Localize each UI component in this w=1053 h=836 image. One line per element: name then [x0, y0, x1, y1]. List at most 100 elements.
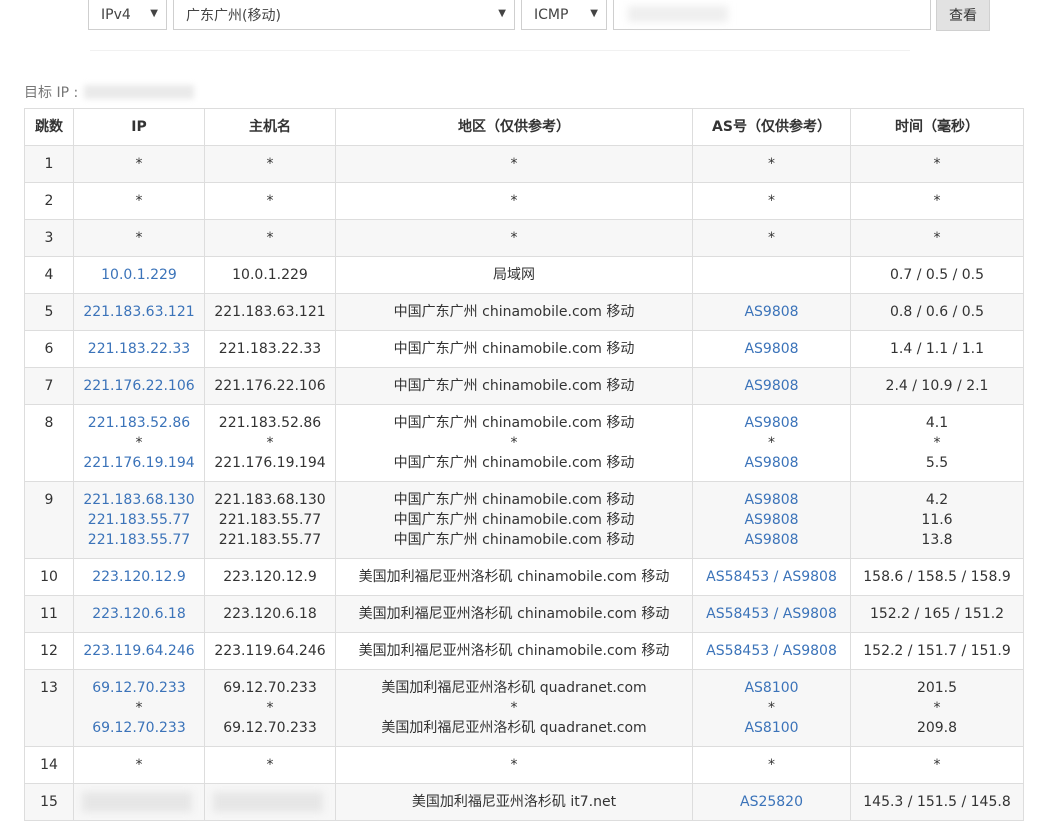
- as-value[interactable]: AS58453 / AS9808: [697, 567, 846, 587]
- as-value[interactable]: AS58453 / AS9808: [697, 604, 846, 624]
- target-input[interactable]: [613, 0, 931, 30]
- ip-value[interactable]: 221.183.63.121: [78, 302, 200, 322]
- region-cell: 中国广东广州 chinamobile.com 移动 * 中国广东广州 chinamo…: [335, 404, 693, 482]
- hop-cell: 13: [24, 669, 74, 747]
- node-select[interactable]: 广东广州(移动) ▼: [173, 0, 515, 30]
- region-value: 中国广东广州 chinamobile.com 移动: [393, 304, 635, 320]
- time-cell: 0.8 / 0.6 / 0.5: [850, 293, 1024, 331]
- hop-number: 11: [40, 606, 58, 622]
- hop-number: 14: [40, 757, 58, 773]
- ip-value: *: [135, 700, 143, 716]
- hostname-value: *: [266, 700, 274, 716]
- as-cell: AS58453 / AS9808: [692, 558, 851, 596]
- ip-version-select[interactable]: IPv4 ▼: [88, 0, 167, 30]
- ip-cell: 221.183.68.130 221.183.55.77 221.183.55.77: [73, 481, 205, 559]
- region-value: 中国广东广州 chinamobile.com 移动: [393, 455, 635, 471]
- as-value[interactable]: AS58453 / AS9808: [697, 641, 846, 661]
- as-value[interactable]: AS9808: [697, 510, 846, 530]
- table-row: 15 美国加利福尼亚州洛杉矶 it7.net AS25820 145.3 / 151.…: [24, 783, 1024, 821]
- as-cell: *: [692, 145, 851, 183]
- region-cell: 中国广东广州 chinamobile.com 移动: [335, 367, 693, 405]
- as-value: *: [768, 435, 775, 451]
- time-cell: 0.7 / 0.5 / 0.5: [850, 256, 1024, 294]
- hostname-value: 221.183.52.86: [218, 415, 322, 431]
- time-cell: *: [850, 182, 1024, 220]
- as-value: *: [768, 700, 775, 716]
- as-cell: AS9808 AS9808 AS9808: [692, 481, 851, 559]
- as-value[interactable]: AS8100: [697, 678, 846, 698]
- protocol-value: ICMP: [534, 6, 569, 23]
- ip-value[interactable]: 221.183.55.77: [78, 530, 200, 550]
- as-value[interactable]: AS9808: [697, 453, 846, 473]
- ip-value[interactable]: 223.119.64.246: [78, 641, 200, 661]
- hop-number: 12: [40, 643, 58, 659]
- region-cell: *: [335, 182, 693, 220]
- region-cell: 中国广东广州 chinamobile.com 移动: [335, 293, 693, 331]
- time-value: 152.2 / 165 / 151.2: [869, 606, 1005, 622]
- region-cell: *: [335, 145, 693, 183]
- ip-value[interactable]: 223.120.12.9: [78, 567, 200, 587]
- ip-cell: *: [73, 182, 205, 220]
- as-value[interactable]: AS9808: [697, 339, 846, 359]
- ip-value[interactable]: 221.176.22.106: [78, 376, 200, 396]
- hostname-cell: 221.183.68.130 221.183.55.77 221.183.55.77: [204, 481, 336, 559]
- as-cell: *: [692, 746, 851, 784]
- time-cell: 2.4 / 10.9 / 2.1: [850, 367, 1024, 405]
- divider: [90, 50, 910, 51]
- ip-value[interactable]: 221.183.55.77: [78, 510, 200, 530]
- region-cell: 美国加利福尼亚州洛杉矶 it7.net: [335, 783, 693, 821]
- as-value[interactable]: AS9808: [697, 530, 846, 550]
- region-value: *: [510, 700, 518, 716]
- ip-cell: *: [73, 219, 205, 257]
- as-value[interactable]: AS9808: [697, 376, 846, 396]
- hop-number: 10: [40, 569, 58, 585]
- table-row: 7 221.176.22.106 221.176.22.106 中国广东广州 chin…: [24, 367, 1024, 405]
- ip-value[interactable]: 223.120.6.18: [78, 604, 200, 624]
- ip-value[interactable]: 221.176.19.194: [78, 453, 200, 473]
- time-cell: 201.5 * 209.8: [850, 669, 1024, 747]
- ip-value[interactable]: 221.183.52.86: [78, 413, 200, 433]
- hostname-cell: *: [204, 746, 336, 784]
- region-value: 美国加利福尼亚州洛杉矶 chinamobile.com 移动: [358, 569, 670, 585]
- ip-value: *: [135, 193, 143, 209]
- as-cell: AS8100 * AS8100: [692, 669, 851, 747]
- as-value[interactable]: AS25820: [697, 792, 846, 812]
- region-value: 中国广东广州 chinamobile.com 移动: [393, 378, 635, 394]
- ip-value: *: [135, 435, 143, 451]
- protocol-select[interactable]: ICMP ▼: [521, 0, 607, 30]
- as-value[interactable]: AS8100: [697, 718, 846, 738]
- as-value[interactable]: AS9808: [697, 413, 846, 433]
- hostname-value: *: [266, 757, 274, 773]
- ip-value[interactable]: 69.12.70.233: [78, 678, 200, 698]
- table-row: 9 221.183.68.130 221.183.55.77 221.183.55.7…: [24, 481, 1024, 559]
- as-value: [697, 265, 846, 285]
- time-value: 2.4 / 10.9 / 2.1: [885, 378, 989, 394]
- hop-number: 3: [44, 230, 54, 246]
- time-cell: 158.6 / 158.5 / 158.9: [850, 558, 1024, 596]
- region-value: 美国加利福尼亚州洛杉矶 quadranet.com: [381, 720, 647, 736]
- as-value: *: [768, 156, 775, 172]
- region-value: *: [510, 230, 518, 246]
- time-cell: *: [850, 219, 1024, 257]
- toolbar: IPv4 ▼ 广东广州(移动) ▼ ICMP ▼ 查看: [0, 0, 1053, 34]
- ip-value[interactable]: 69.12.70.233: [78, 718, 200, 738]
- region-value: *: [510, 757, 518, 773]
- hop-cell: 10: [24, 558, 74, 596]
- query-button[interactable]: 查看: [936, 0, 990, 31]
- as-value[interactable]: AS9808: [697, 302, 846, 322]
- as-value[interactable]: AS9808: [697, 490, 846, 510]
- as-cell: AS25820: [692, 783, 851, 821]
- ip-value[interactable]: 221.183.22.33: [78, 339, 200, 359]
- region-value: 美国加利福尼亚州洛杉矶 chinamobile.com 移动: [358, 606, 670, 622]
- hostname-value: 221.183.55.77: [218, 512, 322, 528]
- ip-value[interactable]: 221.183.68.130: [78, 490, 200, 510]
- region-cell: 美国加利福尼亚州洛杉矶 chinamobile.com 移动: [335, 595, 693, 633]
- ip-value[interactable]: 10.0.1.229: [78, 265, 200, 285]
- traceroute-table: 跳数 IP 主机名 地区（仅供参考） AS号（仅供参考） 时间（毫秒） 1 * * *…: [24, 108, 1024, 821]
- hop-cell: 11: [24, 595, 74, 633]
- region-value: 美国加利福尼亚州洛杉矶 chinamobile.com 移动: [358, 643, 670, 659]
- ip-value: *: [135, 156, 143, 172]
- ip-cell: *: [73, 145, 205, 183]
- hostname-value: 221.183.55.77: [218, 532, 322, 548]
- ip-cell: 221.183.22.33: [73, 330, 205, 368]
